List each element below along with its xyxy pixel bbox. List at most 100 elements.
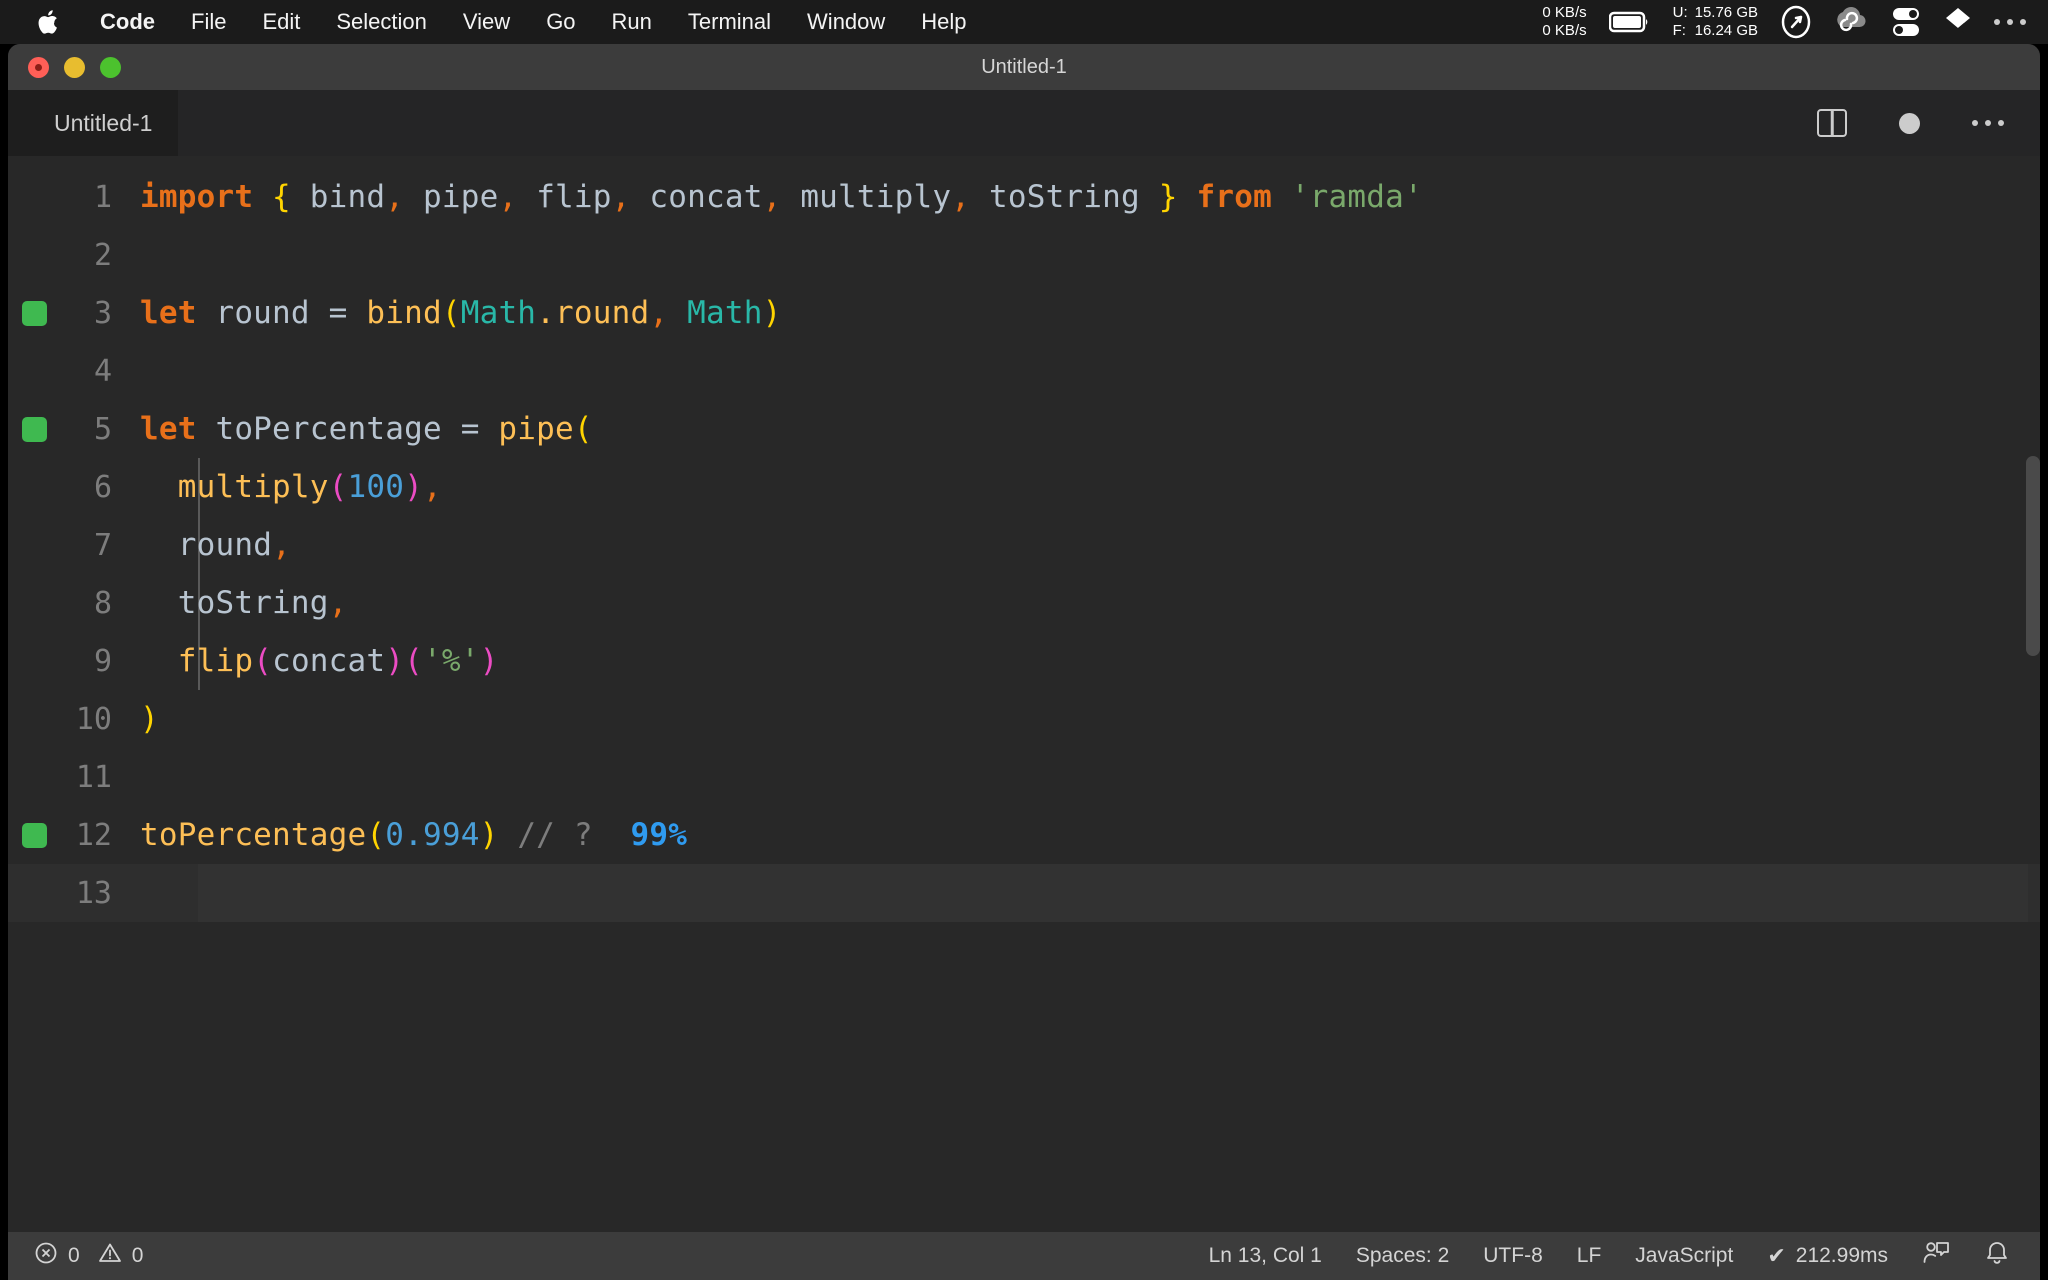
code-line[interactable]: 2 [8, 226, 2040, 284]
editor-tabbar: Untitled-1 [8, 90, 2040, 156]
code-line[interactable]: 5 let toPercentage = pipe( [8, 400, 2040, 458]
feedback-person-icon[interactable] [1922, 1240, 1950, 1272]
token-paren-open: ( [573, 411, 593, 447]
line-number: 11 [75, 759, 112, 795]
code-content: import { bind, pipe, flip, concat, multi… [140, 179, 1423, 215]
token-keyword-import: import [140, 179, 254, 215]
token-variable-topercentage: toPercentage [196, 411, 461, 447]
token-tostring: toString [970, 179, 1140, 215]
menu-item-help[interactable]: Help [903, 0, 984, 44]
memory-used-label: U: [1672, 4, 1688, 21]
cursor-position[interactable]: Ln 13, Col 1 [1209, 1244, 1322, 1268]
editor-tab-untitled-1[interactable]: Untitled-1 [8, 90, 179, 156]
bell-icon[interactable] [1984, 1240, 2010, 1272]
run-status[interactable]: ✔ 212.99ms [1767, 1243, 1888, 1269]
toggles-icon[interactable] [1890, 5, 1922, 39]
menu-item-edit[interactable]: Edit [244, 0, 318, 44]
code-content: multiply(100), [140, 469, 442, 505]
zoom-button[interactable] [100, 56, 121, 78]
token-comment: // ? [498, 817, 631, 853]
code-line[interactable]: 3 let round = bind(Math.round, Math) [8, 284, 2040, 342]
coverage-marker-icon[interactable] [22, 416, 47, 442]
split-editor-icon[interactable] [1817, 109, 1847, 137]
code-line[interactable]: 12 toPercentage(0.994) // ? 99% [8, 806, 2040, 864]
battery-icon[interactable] [1608, 10, 1651, 34]
token-brace-open: { [253, 179, 310, 215]
network-upload-speed: 0 KB/s [1542, 4, 1587, 21]
menu-item-go[interactable]: Go [528, 0, 593, 44]
token-variable-round: round [196, 295, 329, 331]
more-menu-icon[interactable] [1994, 19, 2026, 25]
language-mode[interactable]: JavaScript [1635, 1244, 1733, 1268]
menu-item-run[interactable]: Run [594, 0, 670, 44]
code-line[interactable]: 1 import { bind, pipe, flip, concat, mul… [8, 168, 2040, 226]
token-multiply: multiply [781, 179, 952, 215]
indentation-setting[interactable]: Spaces: 2 [1356, 1244, 1449, 1268]
menu-item-terminal[interactable]: Terminal [670, 0, 789, 44]
inline-result-value: 99% [630, 817, 688, 853]
code-content: toString, [140, 585, 348, 621]
run-duration: 212.99ms [1795, 1244, 1888, 1267]
token-comma: , [385, 179, 405, 215]
coverage-marker-icon[interactable] [22, 822, 47, 848]
active-line-highlight [198, 864, 2028, 922]
token-bind: bind [309, 179, 386, 215]
token-comma: , [423, 469, 442, 505]
menu-item-view[interactable]: View [445, 0, 528, 44]
code-content: let round = bind(Math.round, Math) [140, 295, 781, 331]
code-line[interactable]: 10 ) [8, 690, 2040, 748]
check-icon: ✔ [1767, 1243, 1786, 1268]
memory-indicator[interactable]: U: 15.76 GB F: 16.24 GB [1673, 4, 1758, 40]
code-line[interactable]: 6 multiply(100), [8, 458, 2040, 516]
network-speed-indicator[interactable]: 0 KB/s 0 KB/s [1542, 4, 1586, 40]
menu-item-selection[interactable]: Selection [318, 0, 445, 44]
network-download-speed: 0 KB/s [1542, 22, 1587, 39]
line-ending-setting[interactable]: LF [1577, 1244, 1602, 1268]
token-keyword-let: let [140, 411, 197, 447]
dropbox-icon[interactable] [1944, 6, 1972, 38]
cloud-sync-icon[interactable] [1834, 7, 1868, 37]
speedometer-icon[interactable] [1780, 5, 1812, 39]
line-number: 9 [93, 643, 112, 679]
code-line[interactable]: 11 [8, 748, 2040, 806]
code-line[interactable]: 7 round, [8, 516, 2040, 574]
code-content: flip(concat)('%') [140, 643, 499, 679]
code-line[interactable]: 9 flip(concat)('%') [8, 632, 2040, 690]
encoding-setting[interactable]: UTF-8 [1483, 1244, 1543, 1268]
problems-indicator[interactable]: 0 0 [34, 1241, 143, 1271]
token-number-100: 100 [347, 469, 405, 505]
token-string-percent: '%' [423, 643, 480, 679]
token-paren-close: ) [762, 295, 782, 331]
line-number: 6 [93, 469, 112, 505]
apple-logo-icon[interactable] [38, 8, 62, 36]
code-line[interactable]: 8 toString, [8, 574, 2040, 632]
warning-triangle-icon [98, 1241, 122, 1271]
menu-item-window[interactable]: Window [789, 0, 903, 44]
token-comma: , [498, 179, 518, 215]
line-number: 4 [93, 353, 112, 389]
code-line[interactable]: 4 [8, 342, 2040, 400]
code-line-active[interactable]: 13 [8, 864, 2040, 922]
token-paren-open: ( [328, 469, 348, 505]
vscode-window: Untitled-1 Untitled-1 1 import { bind, p… [8, 44, 2040, 1280]
menu-item-code[interactable]: Code [82, 0, 173, 44]
coverage-marker-icon[interactable] [22, 300, 47, 326]
minimize-button[interactable] [64, 56, 85, 78]
token-flip: flip [517, 179, 612, 215]
token-member-round: .round [536, 295, 650, 331]
token-paren-open: ( [253, 643, 273, 679]
menubar-status-items: 0 KB/s 0 KB/s U: 15.76 GB F: 16.24 GB [1542, 0, 2048, 44]
code-editor[interactable]: 1 import { bind, pipe, flip, concat, mul… [8, 156, 2040, 1232]
token-equals: = [460, 411, 499, 447]
token-comma: , [272, 527, 291, 563]
token-identifier-round: round [177, 527, 273, 563]
menu-item-file[interactable]: File [173, 0, 244, 44]
unsaved-dot-icon[interactable] [1899, 112, 1920, 134]
code-content: round, [140, 527, 291, 563]
close-button[interactable] [28, 56, 49, 78]
token-paren-close-2: ) [479, 643, 499, 679]
more-actions-icon[interactable] [1972, 120, 2004, 126]
